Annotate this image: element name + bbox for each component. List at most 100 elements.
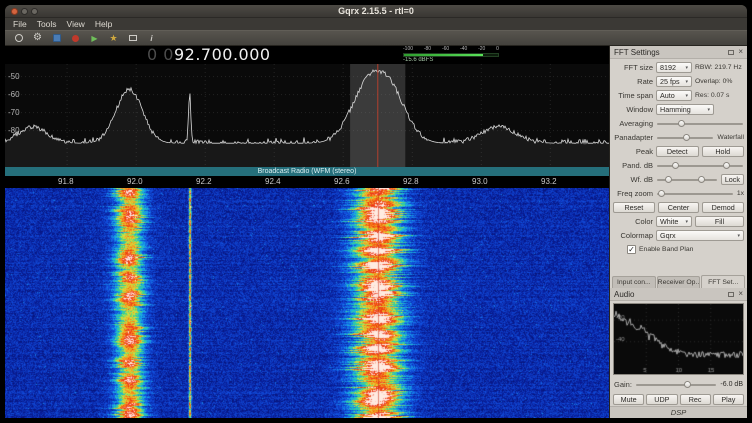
- freq-tick-label: 92.4: [265, 177, 281, 186]
- mute-button[interactable]: Mute: [613, 394, 644, 405]
- averaging-label: Averaging: [613, 119, 653, 128]
- colormap-select[interactable]: Gqrx▾: [656, 230, 744, 241]
- rate-label: Rate: [613, 77, 653, 86]
- rate-select[interactable]: 25 fps▾: [656, 76, 692, 87]
- band-plan-row: ✓ Enable Band Plan: [613, 243, 744, 256]
- time-span-select[interactable]: Auto▾: [656, 90, 692, 101]
- toolbar: ⚙ ▶ ★ i: [5, 30, 747, 46]
- reset-button[interactable]: Reset: [613, 202, 655, 213]
- start-dsp-button[interactable]: [11, 32, 26, 45]
- svg-text:-50: -50: [8, 72, 20, 81]
- freq-tick-label: 92.2: [196, 177, 212, 186]
- fft-settings-panel: FFT size 8192▾ RBW: 219.7 Hz Rate 25 fps…: [610, 59, 747, 258]
- rbw-text: RBW: 219.7 Hz: [695, 64, 742, 71]
- io-config-button[interactable]: ⚙: [30, 32, 45, 45]
- tab-input-controls[interactable]: Input con...: [612, 276, 656, 288]
- window-select[interactable]: Hamming▾: [656, 104, 714, 115]
- udp-button[interactable]: UDP: [646, 394, 677, 405]
- menu-view[interactable]: View: [62, 18, 90, 30]
- averaging-slider[interactable]: [656, 118, 744, 129]
- menu-help[interactable]: Help: [90, 18, 117, 30]
- save-settings-button[interactable]: [49, 32, 64, 45]
- menu-tools[interactable]: Tools: [32, 18, 62, 30]
- color-select[interactable]: White▾: [656, 216, 692, 227]
- svg-text:-70: -70: [8, 108, 20, 117]
- meter-tick-label: -80: [424, 47, 431, 52]
- record-audio-button[interactable]: Rec: [680, 394, 711, 405]
- pand-db-label: Pand. dB: [613, 161, 653, 170]
- fill-button[interactable]: Fill: [695, 216, 744, 227]
- fft-plot-svg: -50-60-70-80: [5, 64, 609, 167]
- menubar: File Tools View Help: [5, 18, 747, 30]
- tab-fft-settings[interactable]: FFT Set...: [701, 275, 745, 288]
- record-iq-button[interactable]: [68, 32, 83, 45]
- dock-tabs: Input con... Receiver Op... FFT Set...: [610, 274, 747, 288]
- close-dock-icon[interactable]: ×: [738, 290, 743, 298]
- gear-icon: ⚙: [33, 33, 42, 43]
- frequency-display[interactable]: 0 092.700.000: [147, 46, 271, 64]
- center-button[interactable]: Center: [658, 202, 700, 213]
- gain-slider[interactable]: [635, 379, 717, 390]
- fft-size-select[interactable]: 8192▾: [656, 62, 692, 73]
- fullscreen-button[interactable]: [125, 32, 140, 45]
- waterfall[interactable]: [5, 188, 609, 418]
- freq-zoom-slider[interactable]: [656, 188, 734, 199]
- close-button[interactable]: [11, 8, 18, 15]
- fft-settings-title: FFT Settings: [614, 48, 660, 57]
- frequency-axis: 91.892.092.292.492.692.893.093.2: [5, 176, 609, 188]
- play-audio-button[interactable]: Play: [713, 394, 744, 405]
- wf-lock-button[interactable]: Lock: [721, 174, 744, 185]
- meter-tick-label: -40: [460, 47, 467, 52]
- rate-row: Rate 25 fps▾ Overlap: 0%: [613, 75, 744, 88]
- window-row: Window Hamming▾: [613, 103, 744, 116]
- overlap-text: Overlap: 0%: [695, 78, 732, 85]
- menu-file[interactable]: File: [8, 18, 32, 30]
- info-icon: i: [150, 34, 152, 43]
- freq-zoom-label: Freq zoom: [613, 189, 653, 198]
- time-span-row: Time span Auto▾ Res: 0.07 s: [613, 89, 744, 102]
- colormap-label: Colormap: [613, 231, 653, 240]
- maximize-button[interactable]: [31, 8, 38, 15]
- audio-gain-row: Gain: -6.0 dB: [610, 377, 747, 392]
- waterfall-label: Waterfall: [717, 134, 744, 141]
- floppy-icon: [53, 34, 61, 42]
- demod-button[interactable]: Demod: [702, 202, 744, 213]
- pand-db-range-slider[interactable]: [656, 160, 744, 171]
- bandplan-bar: Broadcast Radio (WFM (stereo): [5, 167, 609, 176]
- meter-fill: [404, 54, 483, 56]
- freq-tick-label: 92.8: [403, 177, 419, 186]
- svg-text:-60: -60: [8, 90, 20, 99]
- panadapter-waterfall-split-slider[interactable]: [656, 132, 714, 143]
- audio-buttons: Mute UDP Rec Play: [610, 392, 747, 406]
- wf-db-range-slider[interactable]: [656, 174, 718, 185]
- chevron-down-icon: ▾: [685, 79, 688, 85]
- frequency-leading-zeros: 0 0: [147, 46, 174, 64]
- enable-band-plan-checkbox[interactable]: ✓: [627, 245, 636, 254]
- frequency-row: 0 092.700.000 -100-80-60-40-200 -15.6 dB…: [5, 46, 609, 64]
- audio-spectrum: [613, 303, 744, 375]
- close-dock-icon[interactable]: ×: [738, 48, 743, 56]
- play-iq-button[interactable]: ▶: [87, 32, 102, 45]
- gain-label: Gain:: [614, 380, 632, 389]
- peak-hold-button[interactable]: Hold: [702, 146, 745, 157]
- chevron-down-icon: ▾: [737, 233, 740, 239]
- fft-plot[interactable]: -50-60-70-80: [5, 64, 609, 167]
- panadapter-label: Panadapter: [613, 133, 653, 142]
- freq-zoom-value: 1x: [737, 190, 744, 197]
- tab-receiver-options[interactable]: Receiver Op...: [657, 276, 701, 288]
- float-dock-icon[interactable]: [728, 50, 734, 55]
- record-icon: [72, 35, 79, 42]
- chevron-down-icon: ▾: [685, 219, 688, 225]
- wf-db-label: Wf. dB: [613, 175, 653, 184]
- spectrum-area: 0 092.700.000 -100-80-60-40-200 -15.6 dB…: [5, 46, 609, 418]
- float-dock-icon[interactable]: [728, 292, 734, 297]
- peak-detect-button[interactable]: Detect: [656, 146, 699, 157]
- bookmarks-button[interactable]: ★: [106, 32, 121, 45]
- minimize-button[interactable]: [21, 8, 28, 15]
- about-button[interactable]: i: [144, 32, 159, 45]
- pand-db-row: Pand. dB: [613, 159, 744, 172]
- titlebar[interactable]: Gqrx 2.15.5 - rtl=0: [5, 5, 747, 18]
- freq-tick-label: 93.2: [541, 177, 557, 186]
- meter-tick-label: -100: [403, 47, 413, 52]
- audio-header: Audio ×: [610, 288, 747, 301]
